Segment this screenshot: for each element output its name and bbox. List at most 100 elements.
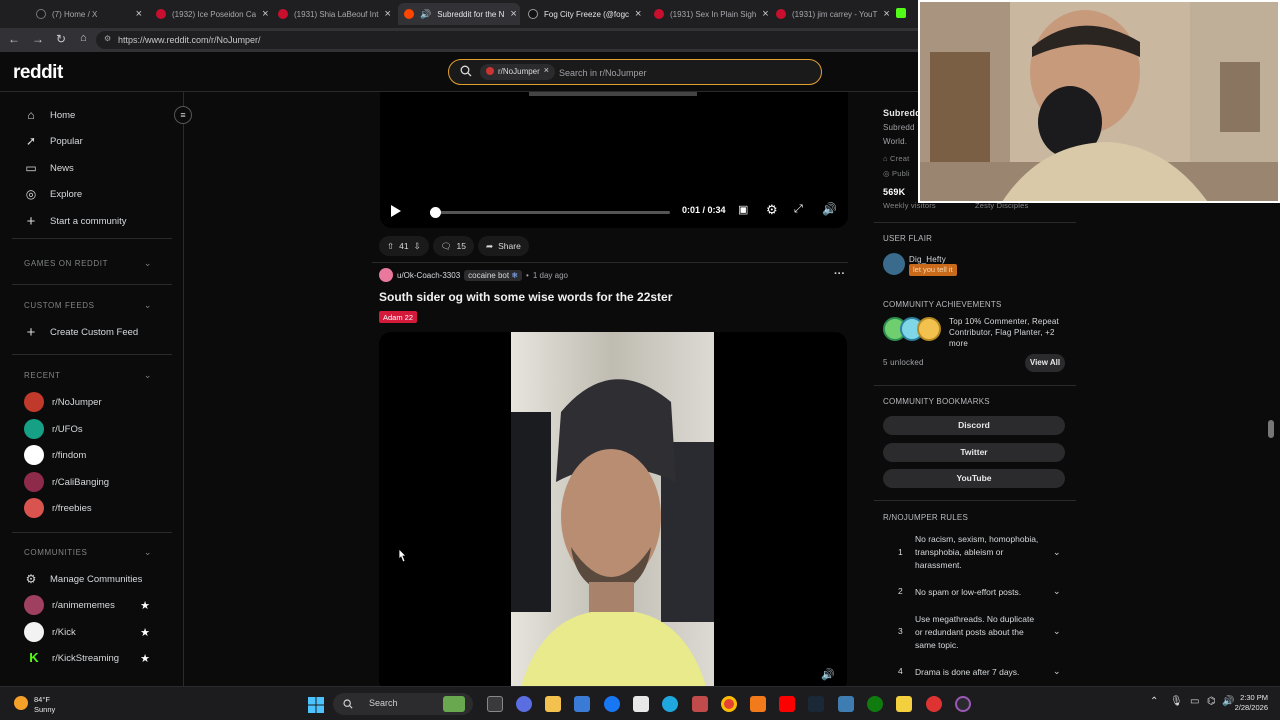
- close-tab-icon[interactable]: ×: [635, 8, 641, 20]
- reload-icon[interactable]: ↻: [56, 32, 66, 46]
- weather-widget[interactable]: 84°F Sunny: [34, 695, 55, 715]
- youtube-icon[interactable]: [779, 696, 795, 712]
- rule-item[interactable]: 4 Drama is done after 7 days. ⌄: [883, 666, 1069, 682]
- browser-tab[interactable]: (1931) jim carrey - YouT ×: [770, 3, 890, 25]
- task-view-icon[interactable]: [487, 696, 503, 712]
- browser-tab-active[interactable]: 🔊 Subreddit for the N ×: [398, 3, 520, 25]
- taskbar-search[interactable]: Search: [333, 693, 473, 715]
- vlc-icon[interactable]: [750, 696, 766, 712]
- manage-communities[interactable]: ⚙ Manage Communities: [24, 566, 174, 592]
- recent-item[interactable]: r/freebies: [24, 497, 150, 519]
- browser-tab[interactable]: (1931) Shia LaBeouf Int ×: [272, 3, 396, 25]
- communities-section-header[interactable]: COMMUNITIES ⌄: [24, 547, 152, 557]
- video-player-2[interactable]: 🔊: [379, 332, 847, 692]
- favorite-star-icon[interactable]: ★: [140, 652, 150, 665]
- close-tab-icon[interactable]: ×: [262, 8, 268, 20]
- community-item[interactable]: r/Kick ★: [24, 621, 150, 643]
- search-bar[interactable]: r/NoJumper × Search in r/NoJumper: [448, 59, 822, 85]
- clock[interactable]: 2:30 PM 2/28/2026: [1228, 693, 1268, 713]
- rule-item[interactable]: 2 No spam or low-effort posts. ⌄: [883, 586, 1069, 602]
- app-icon[interactable]: [926, 696, 942, 712]
- view-all-button[interactable]: View All: [1025, 354, 1065, 372]
- rule-item[interactable]: 3 Use megathreads. No duplicate or redun…: [883, 613, 1069, 653]
- recent-item[interactable]: r/NoJumper: [24, 391, 150, 413]
- community-item[interactable]: K r/KickStreaming ★: [24, 647, 150, 669]
- nav-start-community[interactable]: + Start a community: [24, 208, 174, 234]
- collapse-sidebar-icon[interactable]: ≡: [174, 106, 192, 124]
- downvote-icon[interactable]: ⇩: [414, 241, 421, 252]
- recent-item[interactable]: r/UFOs: [24, 418, 150, 440]
- xbox-icon[interactable]: [867, 696, 883, 712]
- bookmark-twitter-button[interactable]: Twitter: [883, 443, 1065, 462]
- post-author[interactable]: u/Ok-Coach-3303: [397, 271, 460, 280]
- reddit-logo[interactable]: reddit: [13, 62, 63, 84]
- clear-scope-icon[interactable]: ×: [544, 65, 549, 80]
- kick-favicon-icon[interactable]: [896, 8, 906, 18]
- facebook-icon[interactable]: [604, 696, 620, 712]
- network-icon[interactable]: ⌬: [1207, 696, 1216, 707]
- search-input[interactable]: Search in r/NoJumper: [559, 68, 647, 78]
- volume-icon[interactable]: 🔊: [821, 668, 835, 681]
- rule-item[interactable]: 1 No racism, sexism, homophobia, transph…: [883, 533, 1069, 573]
- obs-icon[interactable]: [955, 696, 971, 712]
- windows-start-icon[interactable]: [308, 697, 324, 713]
- tray-chevron-icon[interactable]: ⌃: [1150, 696, 1158, 707]
- calculator-icon[interactable]: [692, 696, 708, 712]
- sticky-notes-icon[interactable]: [896, 696, 912, 712]
- browser-tab[interactable]: (7) Home / X ×: [30, 3, 148, 25]
- volume-icon[interactable]: 🔊: [822, 202, 837, 216]
- close-tab-icon[interactable]: ×: [136, 8, 142, 20]
- file-explorer-icon[interactable]: [545, 696, 561, 712]
- browser-tab[interactable]: (1932) Ice Poseidon Ca ×: [150, 3, 270, 25]
- recent-item[interactable]: r/CaliBanging: [24, 471, 150, 493]
- bookmark-youtube-button[interactable]: YouTube: [883, 469, 1065, 488]
- copilot-icon[interactable]: [516, 696, 532, 712]
- nav-explore[interactable]: ◎ Explore: [24, 181, 174, 207]
- page-scrollbar[interactable]: [1268, 420, 1274, 438]
- browser-tab[interactable]: (1931) Sex In Plain Sigh ×: [648, 3, 768, 25]
- recent-section-header[interactable]: RECENT ⌄: [24, 370, 152, 380]
- user-avatar[interactable]: [379, 268, 393, 282]
- browser-tab[interactable]: Fog City Freeze (@fogc ×: [522, 3, 646, 25]
- microphone-icon[interactable]: 🎙: [1170, 696, 1183, 707]
- nav-popular[interactable]: ➚ Popular: [24, 128, 174, 154]
- user-flair-badge[interactable]: let you tell it: [909, 264, 957, 276]
- video-seek-bar[interactable]: [429, 207, 670, 218]
- achievement-badges[interactable]: [883, 317, 943, 341]
- site-info-icon[interactable]: ⚙: [104, 34, 111, 43]
- games-section-header[interactable]: GAMES ON REDDIT ⌄: [24, 258, 152, 268]
- community-item[interactable]: r/animememes ★: [24, 594, 150, 616]
- favorite-star-icon[interactable]: ★: [140, 599, 150, 612]
- audio-playing-icon[interactable]: 🔊: [420, 9, 431, 20]
- comments-button[interactable]: 🗨 15: [432, 236, 474, 256]
- home-browser-icon[interactable]: ⌂: [80, 32, 87, 44]
- post-flair-tag[interactable]: Adam 22: [379, 311, 418, 323]
- back-icon[interactable]: ←: [8, 32, 20, 46]
- favorite-star-icon[interactable]: ★: [140, 626, 150, 639]
- custom-feeds-section-header[interactable]: CUSTOM FEEDS ⌄: [24, 300, 152, 310]
- close-tab-icon[interactable]: ×: [510, 8, 516, 20]
- fullscreen-icon[interactable]: ⤢: [794, 203, 803, 216]
- recent-item[interactable]: r/findom: [24, 444, 150, 466]
- chrome-icon[interactable]: [721, 696, 737, 712]
- nav-home[interactable]: ⌂ Home: [24, 102, 174, 128]
- edge-icon[interactable]: [662, 696, 678, 712]
- upvote-icon[interactable]: ⇧: [387, 241, 394, 252]
- captions-icon[interactable]: ▣: [738, 203, 748, 216]
- app-icon[interactable]: [838, 696, 854, 712]
- create-custom-feed[interactable]: + Create Custom Feed: [24, 319, 174, 345]
- bookmark-discord-button[interactable]: Discord: [883, 416, 1065, 435]
- close-tab-icon[interactable]: ×: [762, 8, 768, 20]
- nav-news[interactable]: ▭ News: [24, 155, 174, 181]
- search-scope-chip[interactable]: r/NoJumper ×: [480, 64, 556, 80]
- steam-icon[interactable]: [808, 696, 824, 712]
- post-title[interactable]: South sider og with some wise words for …: [379, 290, 672, 304]
- ms-store-icon[interactable]: [574, 696, 590, 712]
- close-tab-icon[interactable]: ×: [883, 8, 889, 20]
- forward-icon[interactable]: →: [32, 32, 44, 46]
- amazon-icon[interactable]: [633, 696, 649, 712]
- play-icon[interactable]: [390, 205, 401, 217]
- share-button[interactable]: ➦ Share: [477, 236, 529, 256]
- weather-sun-icon[interactable]: [14, 696, 28, 710]
- more-options-icon[interactable]: ···: [834, 268, 845, 280]
